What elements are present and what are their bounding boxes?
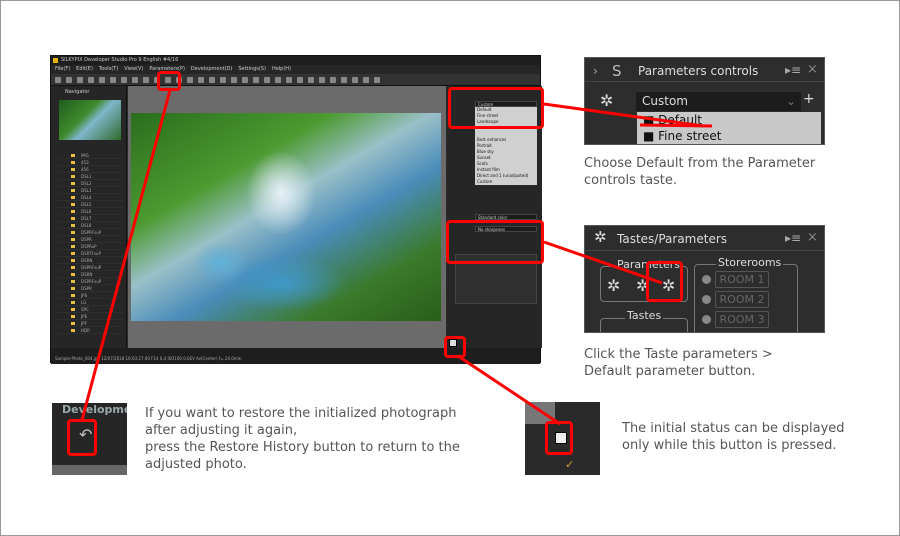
connector-line bbox=[543, 240, 663, 285]
connector-line bbox=[639, 123, 713, 128]
connector-line bbox=[457, 354, 561, 426]
connector-lines bbox=[80, 89, 713, 426]
connector-line bbox=[543, 102, 704, 128]
connector-line bbox=[80, 89, 172, 421]
